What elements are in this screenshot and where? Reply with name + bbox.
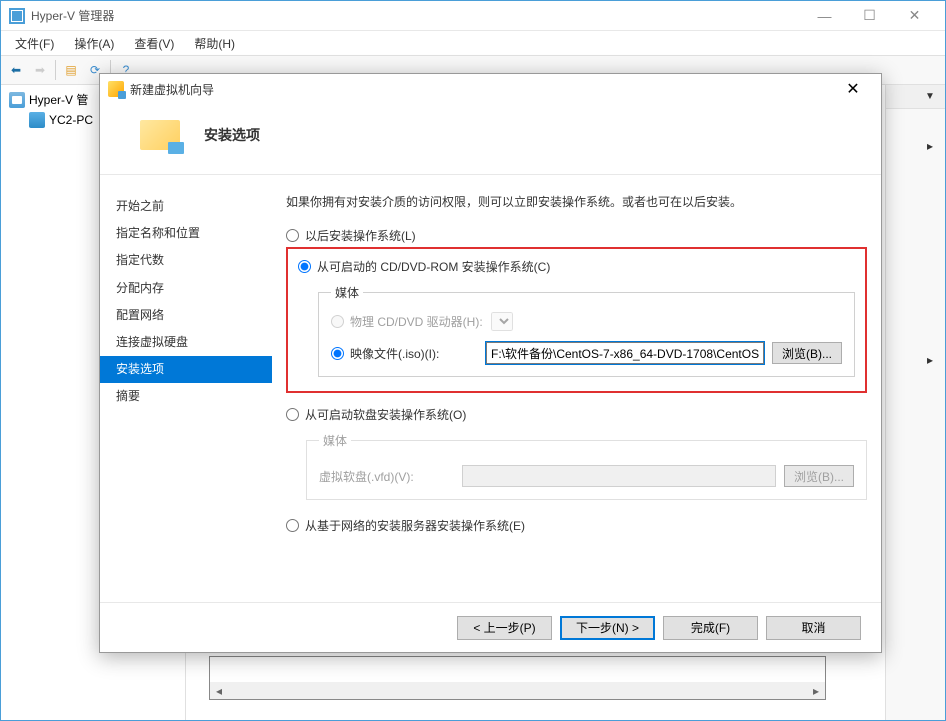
chevron-right-icon: ▸ [927, 353, 933, 367]
server-icon [9, 92, 25, 108]
vfd-path-input [462, 465, 776, 487]
horizontal-scrollbar[interactable]: ◂ ▸ [210, 682, 825, 699]
chevron-down-icon: ▼ [925, 91, 935, 102]
actions-header: ▼ [886, 85, 945, 109]
nav-generation[interactable]: 指定代数 [100, 247, 272, 274]
titlebar: Hyper-V 管理器 — ☐ ✕ [1, 1, 945, 31]
physical-drive-label: 物理 CD/DVD 驱动器(H): [350, 313, 485, 330]
wizard-dialog: 新建虚拟机向导 ✕ 安装选项 开始之前 指定名称和位置 指定代数 分配内存 配置… [99, 73, 882, 653]
forward-button[interactable]: ➡ [29, 59, 51, 81]
scroll-track[interactable] [228, 682, 807, 699]
nav-install-options[interactable]: 安装选项 [100, 356, 272, 383]
browse-vfd-button: 浏览(B)... [784, 465, 854, 487]
actions-dropdown[interactable]: ▼ [921, 88, 939, 106]
properties-button[interactable]: ▤ [60, 59, 82, 81]
media-fieldset: 媒体 物理 CD/DVD 驱动器(H): 映像文件(.iso)(I): [318, 284, 855, 377]
dialog-header: 安装选项 [100, 104, 881, 175]
iso-row: 映像文件(.iso)(I): 浏览(B)... [331, 342, 842, 364]
wizard-nav: 开始之前 指定名称和位置 指定代数 分配内存 配置网络 连接虚拟硬盘 安装选项 … [100, 175, 272, 623]
option-cddvd[interactable]: 从可启动的 CD/DVD-ROM 安装操作系统(C) [298, 255, 855, 278]
window-title: Hyper-V 管理器 [31, 7, 114, 24]
bottom-list: ◂ ▸ [209, 656, 826, 700]
radio-cddvd[interactable] [298, 260, 311, 273]
header-icon [140, 120, 180, 150]
dialog-title: 新建虚拟机向导 [130, 81, 214, 98]
option-network[interactable]: 从基于网络的安装服务器安装操作系统(E) [286, 514, 867, 537]
cancel-button[interactable]: 取消 [766, 616, 861, 640]
maximize-button[interactable]: ☐ [847, 2, 892, 30]
radio-network-label: 从基于网络的安装服务器安装操作系统(E) [305, 517, 525, 534]
separator [55, 60, 56, 80]
radio-iso[interactable] [331, 347, 344, 360]
options-panel: 如果你拥有对安装介质的访问权限，则可以立即安装操作系统。或者也可在以后安装。 以… [272, 175, 881, 623]
iso-path-input[interactable] [486, 342, 764, 364]
host-icon [29, 112, 45, 128]
page-title: 安装选项 [204, 125, 260, 145]
prev-button[interactable]: < 上一步(P) [457, 616, 552, 640]
media-legend: 媒体 [331, 284, 363, 301]
chevron-right-icon: ▸ [927, 139, 933, 153]
nav-network[interactable]: 配置网络 [100, 302, 272, 329]
menu-help[interactable]: 帮助(H) [186, 33, 243, 54]
radio-later[interactable] [286, 229, 299, 242]
nav-vhd[interactable]: 连接虚拟硬盘 [100, 329, 272, 356]
actions-panel: ▼ ▸ ▸ [885, 85, 945, 720]
action-item[interactable]: ▸ [886, 183, 945, 397]
dialog-close-button[interactable]: ✕ [833, 75, 873, 103]
close-button[interactable]: ✕ [892, 2, 937, 30]
vfd-label: 虚拟软盘(.vfd)(V): [319, 468, 454, 485]
nav-summary[interactable]: 摘要 [100, 383, 272, 410]
minimize-button[interactable]: — [802, 2, 847, 30]
scroll-right-icon[interactable]: ▸ [807, 682, 825, 699]
option-physical-drive: 物理 CD/DVD 驱动器(H): [331, 309, 842, 334]
next-button[interactable]: 下一步(N) > [560, 616, 655, 640]
scroll-left-icon[interactable]: ◂ [210, 682, 228, 699]
menubar: 文件(F) 操作(A) 查看(V) 帮助(H) [1, 31, 945, 55]
floppy-legend: 媒体 [319, 432, 351, 449]
back-button[interactable]: ⬅ [5, 59, 27, 81]
highlighted-section: 从可启动的 CD/DVD-ROM 安装操作系统(C) 媒体 物理 CD/DVD … [286, 247, 867, 393]
nav-name-location[interactable]: 指定名称和位置 [100, 220, 272, 247]
radio-network[interactable] [286, 519, 299, 532]
radio-physical [331, 315, 344, 328]
radio-cddvd-label: 从可启动的 CD/DVD-ROM 安装操作系统(C) [317, 258, 550, 275]
properties-icon: ▤ [65, 63, 76, 77]
dialog-footer: < 上一步(P) 下一步(N) > 完成(F) 取消 [100, 602, 881, 652]
physical-drive-select [491, 312, 513, 331]
menu-action[interactable]: 操作(A) [66, 33, 122, 54]
action-item[interactable]: ▸ [886, 109, 945, 183]
menu-view[interactable]: 查看(V) [126, 33, 182, 54]
menu-file[interactable]: 文件(F) [7, 33, 62, 54]
browse-iso-button[interactable]: 浏览(B)... [772, 342, 842, 364]
iso-label: 映像文件(.iso)(I): [350, 345, 478, 362]
app-icon [9, 8, 25, 24]
main-window: Hyper-V 管理器 — ☐ ✕ 文件(F) 操作(A) 查看(V) 帮助(H… [0, 0, 946, 721]
nav-before-begin[interactable]: 开始之前 [100, 193, 272, 220]
option-floppy[interactable]: 从可启动软盘安装操作系统(O) [286, 403, 867, 426]
dialog-titlebar: 新建虚拟机向导 ✕ [100, 74, 881, 104]
dialog-body: 开始之前 指定名称和位置 指定代数 分配内存 配置网络 连接虚拟硬盘 安装选项 … [100, 175, 881, 623]
option-install-later[interactable]: 以后安装操作系统(L) [286, 224, 867, 247]
vfd-row: 虚拟软盘(.vfd)(V): 浏览(B)... [319, 465, 854, 487]
tree-host-label: YC2-PC [49, 113, 93, 127]
floppy-fieldset: 媒体 虚拟软盘(.vfd)(V): 浏览(B)... [306, 432, 867, 500]
wizard-icon [108, 81, 124, 97]
intro-text: 如果你拥有对安装介质的访问权限，则可以立即安装操作系统。或者也可在以后安装。 [286, 193, 867, 210]
radio-later-label: 以后安装操作系统(L) [305, 227, 416, 244]
arrow-right-icon: ➡ [35, 63, 45, 77]
radio-floppy[interactable] [286, 408, 299, 421]
arrow-left-icon: ⬅ [11, 63, 21, 77]
nav-memory[interactable]: 分配内存 [100, 275, 272, 302]
finish-button[interactable]: 完成(F) [663, 616, 758, 640]
radio-floppy-label: 从可启动软盘安装操作系统(O) [305, 406, 466, 423]
tree-root-label: Hyper-V 管 [29, 91, 88, 108]
